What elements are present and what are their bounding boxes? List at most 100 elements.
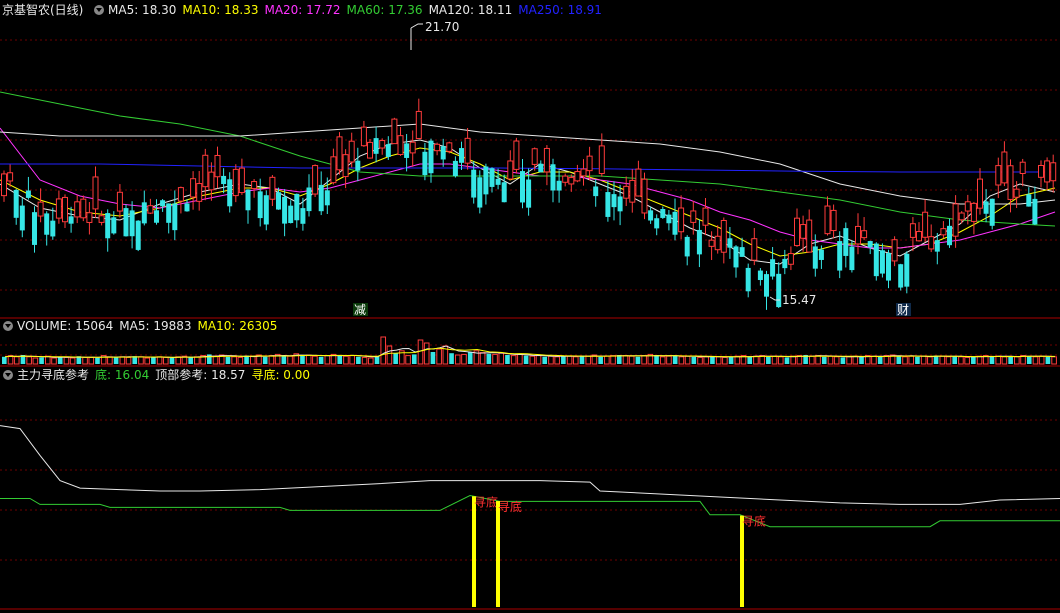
candle-body-down bbox=[172, 203, 178, 231]
candle-body-down bbox=[111, 217, 117, 234]
volume-bar bbox=[405, 355, 411, 365]
volume-bar bbox=[138, 356, 144, 365]
signal-label: 寻底 bbox=[498, 499, 522, 514]
candle-body-up bbox=[360, 126, 367, 147]
candle-body-down bbox=[428, 140, 434, 174]
volume-bar bbox=[144, 357, 150, 365]
candle-body-up bbox=[1044, 160, 1051, 183]
volume-bar bbox=[722, 356, 728, 365]
candle-body-up bbox=[995, 165, 1002, 186]
volume-bar bbox=[2, 356, 7, 364]
candle-body-down bbox=[538, 163, 544, 173]
candle-body-up bbox=[434, 143, 441, 152]
volume-bar bbox=[734, 355, 741, 365]
volume-bar bbox=[175, 356, 182, 365]
volume-bar bbox=[1026, 356, 1032, 364]
volume-bar bbox=[156, 356, 163, 365]
volume-bar bbox=[610, 355, 616, 365]
candle-body-up bbox=[916, 231, 922, 242]
volume-bar bbox=[423, 342, 430, 365]
volume-bar bbox=[635, 356, 641, 364]
volume-bar bbox=[430, 352, 436, 364]
volume-bar bbox=[454, 354, 461, 365]
volume-panel-header: VOLUME: 15064 MA5: 19883 MA10: 26305 bbox=[3, 319, 277, 333]
candle-body-down bbox=[294, 193, 300, 221]
volume-bar bbox=[684, 355, 691, 365]
volume-bar bbox=[63, 356, 70, 365]
indicator-value: MA60: 17.36 bbox=[347, 3, 423, 17]
candle-body-up bbox=[86, 212, 93, 223]
volume-bar bbox=[659, 356, 666, 365]
candle-body-down bbox=[666, 214, 672, 224]
volume-bar bbox=[26, 356, 32, 365]
candle-body-up bbox=[147, 205, 154, 214]
volume-bar bbox=[654, 355, 659, 364]
volume-bar bbox=[249, 355, 256, 365]
volume-bar bbox=[747, 356, 753, 364]
candle-body-down bbox=[489, 168, 495, 187]
candle-body-up bbox=[55, 198, 62, 219]
candle-body-down bbox=[300, 208, 306, 224]
volume-bar bbox=[436, 348, 442, 365]
event-marker-cai[interactable]: 财 bbox=[897, 303, 909, 317]
volume-bar bbox=[13, 356, 20, 365]
indicator-panel-collapse-icon[interactable] bbox=[3, 370, 13, 380]
candle-body-up bbox=[62, 196, 68, 223]
candle-body-up bbox=[678, 207, 685, 233]
volume-bar bbox=[318, 356, 324, 364]
volume-bar bbox=[579, 355, 585, 364]
volume-bar bbox=[790, 355, 797, 365]
signal-bar bbox=[496, 501, 500, 607]
volume-bar bbox=[691, 356, 697, 364]
candle-body-up bbox=[623, 185, 630, 199]
volume-bar bbox=[585, 355, 592, 365]
candle-body-down bbox=[550, 164, 556, 191]
candle-body-down bbox=[477, 177, 483, 208]
candle-body-up bbox=[190, 178, 197, 198]
volume-bar bbox=[598, 356, 603, 364]
candle-body-down bbox=[818, 249, 824, 260]
volume-bar bbox=[349, 355, 355, 365]
candle-body-up bbox=[690, 210, 697, 223]
volume-bar bbox=[343, 355, 349, 365]
volume-bar bbox=[337, 355, 343, 364]
candle-body-down bbox=[696, 229, 702, 255]
candle-body-down bbox=[288, 205, 294, 224]
candle-body-up bbox=[800, 224, 807, 239]
volume-bar bbox=[703, 356, 710, 365]
volume-bar bbox=[859, 356, 864, 364]
candle-body-up bbox=[269, 176, 276, 200]
candle-body-up bbox=[330, 156, 337, 184]
volume-bar bbox=[151, 357, 156, 364]
volume-panel-collapse-icon[interactable] bbox=[3, 321, 13, 331]
candle-body-up bbox=[446, 142, 453, 152]
candle-body-down bbox=[459, 148, 464, 163]
volume-bar bbox=[902, 356, 908, 365]
candle-body-down bbox=[733, 246, 739, 268]
candle-body-down bbox=[495, 178, 501, 185]
event-marker-jian[interactable]: 减 bbox=[354, 303, 366, 317]
indicator-panel-header: 主力寻底参考 底: 16.04 顶部参考: 18.57 寻底: 0.00 bbox=[3, 367, 310, 382]
candle-body-up bbox=[74, 201, 81, 218]
volume-bar bbox=[380, 336, 387, 365]
candle-body-up bbox=[861, 230, 868, 239]
candle-body-down bbox=[160, 200, 166, 207]
candle-body-up bbox=[1007, 165, 1014, 200]
candle-body-up bbox=[312, 165, 319, 195]
candle-body-down bbox=[727, 238, 733, 248]
candle-body-up bbox=[1001, 151, 1008, 184]
candle-body-down bbox=[873, 243, 879, 277]
price-panel-collapse-icon[interactable] bbox=[94, 5, 104, 15]
volume-bar bbox=[561, 355, 566, 364]
candle-body-down bbox=[483, 166, 489, 195]
volume-bar bbox=[766, 356, 771, 364]
candle-body-up bbox=[196, 183, 203, 202]
volume-bar bbox=[411, 354, 417, 364]
signal-label: 寻底 bbox=[742, 514, 766, 529]
volume-bar bbox=[1014, 356, 1020, 365]
volume-bar bbox=[771, 355, 778, 365]
volume-bar bbox=[628, 355, 635, 365]
candle-body-down bbox=[440, 146, 446, 160]
candle-body-down bbox=[983, 201, 989, 214]
volume-bar bbox=[529, 355, 536, 365]
